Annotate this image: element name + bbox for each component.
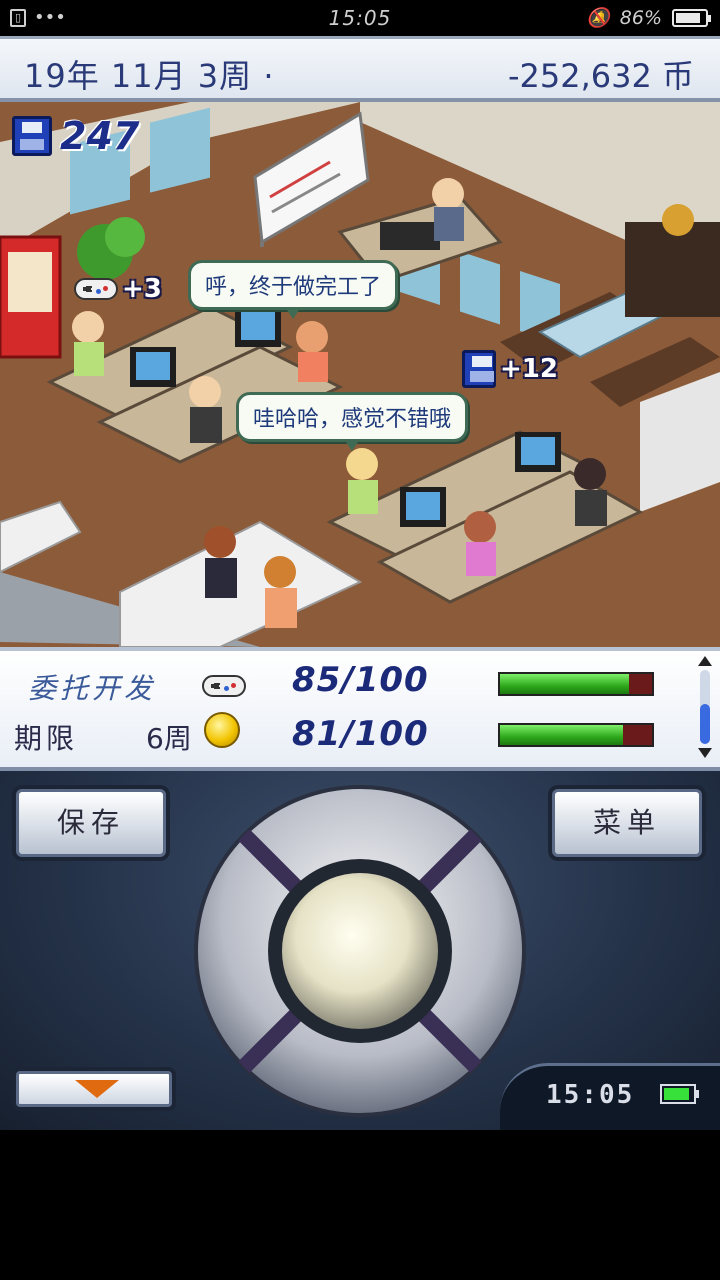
scroll-down-icon[interactable] <box>698 748 712 758</box>
score-quality: 81/100 <box>292 714 429 754</box>
dpad[interactable] <box>192 783 528 1119</box>
arrow-down-icon <box>75 1080 119 1098</box>
scroll-up-icon[interactable] <box>698 656 712 666</box>
dev-points-popup: +12 <box>462 350 558 388</box>
menu-button[interactable]: 菜单 <box>552 789 702 857</box>
office-scene[interactable]: 247 +3 +12 呼，终于做完工了 哇哈哈，感觉不错哦 <box>0 102 720 647</box>
status-right: 🔕 86% <box>586 6 711 29</box>
info-bar: 19年 11月 3周 · -252,632 币 <box>0 36 720 102</box>
gamepad-icon <box>74 278 118 300</box>
scroll-thumb[interactable] <box>700 704 710 744</box>
floppy-disk-icon <box>12 116 52 156</box>
progress-bar-fun <box>498 672 654 696</box>
battery-icon <box>672 8 711 27</box>
funds: -252,632 币 <box>507 57 694 95</box>
battery-percent: 86% <box>619 6 662 29</box>
deadline-value: 6周 <box>146 722 192 755</box>
panel-scrollbar[interactable] <box>696 656 714 760</box>
status-bar: ▯ ••• 15:05 🔕 86% <box>0 0 720 36</box>
battery-icon <box>660 1084 699 1104</box>
expand-down-button[interactable] <box>16 1071 172 1107</box>
office-illustration <box>0 102 720 647</box>
clock-time: 15:05 <box>546 1080 635 1110</box>
dev-points-value: 247 <box>60 114 140 158</box>
game-date: 19年 11月 3周 · <box>24 57 275 95</box>
project-name: 委托开发 <box>28 672 157 705</box>
dev-points-counter: 247 <box>12 114 139 158</box>
deadline-label: 期限 <box>14 722 79 755</box>
dev-points-popup-value: +12 <box>500 354 558 384</box>
score-fun: 85/100 <box>292 660 429 700</box>
dpad-center-button[interactable] <box>282 873 438 1029</box>
game-clock: 15:05 <box>500 1063 720 1130</box>
save-button[interactable]: 保存 <box>16 789 166 857</box>
gamepad-icon <box>202 675 246 697</box>
progress-bar-quality <box>498 723 654 747</box>
speech-bubble-2: 哇哈哈，感觉不错哦 <box>236 392 469 451</box>
fun-points-value: +3 <box>122 274 162 304</box>
floppy-disk-icon <box>462 350 496 388</box>
speech-bubble-1: 呼，终于做完工了 <box>188 260 399 319</box>
fun-points-popup: +3 <box>74 274 162 304</box>
controller-area: 保存 菜单 15:05 <box>0 771 720 1130</box>
coin-icon <box>204 712 240 748</box>
bell-muted-icon: 🔕 <box>586 7 610 29</box>
